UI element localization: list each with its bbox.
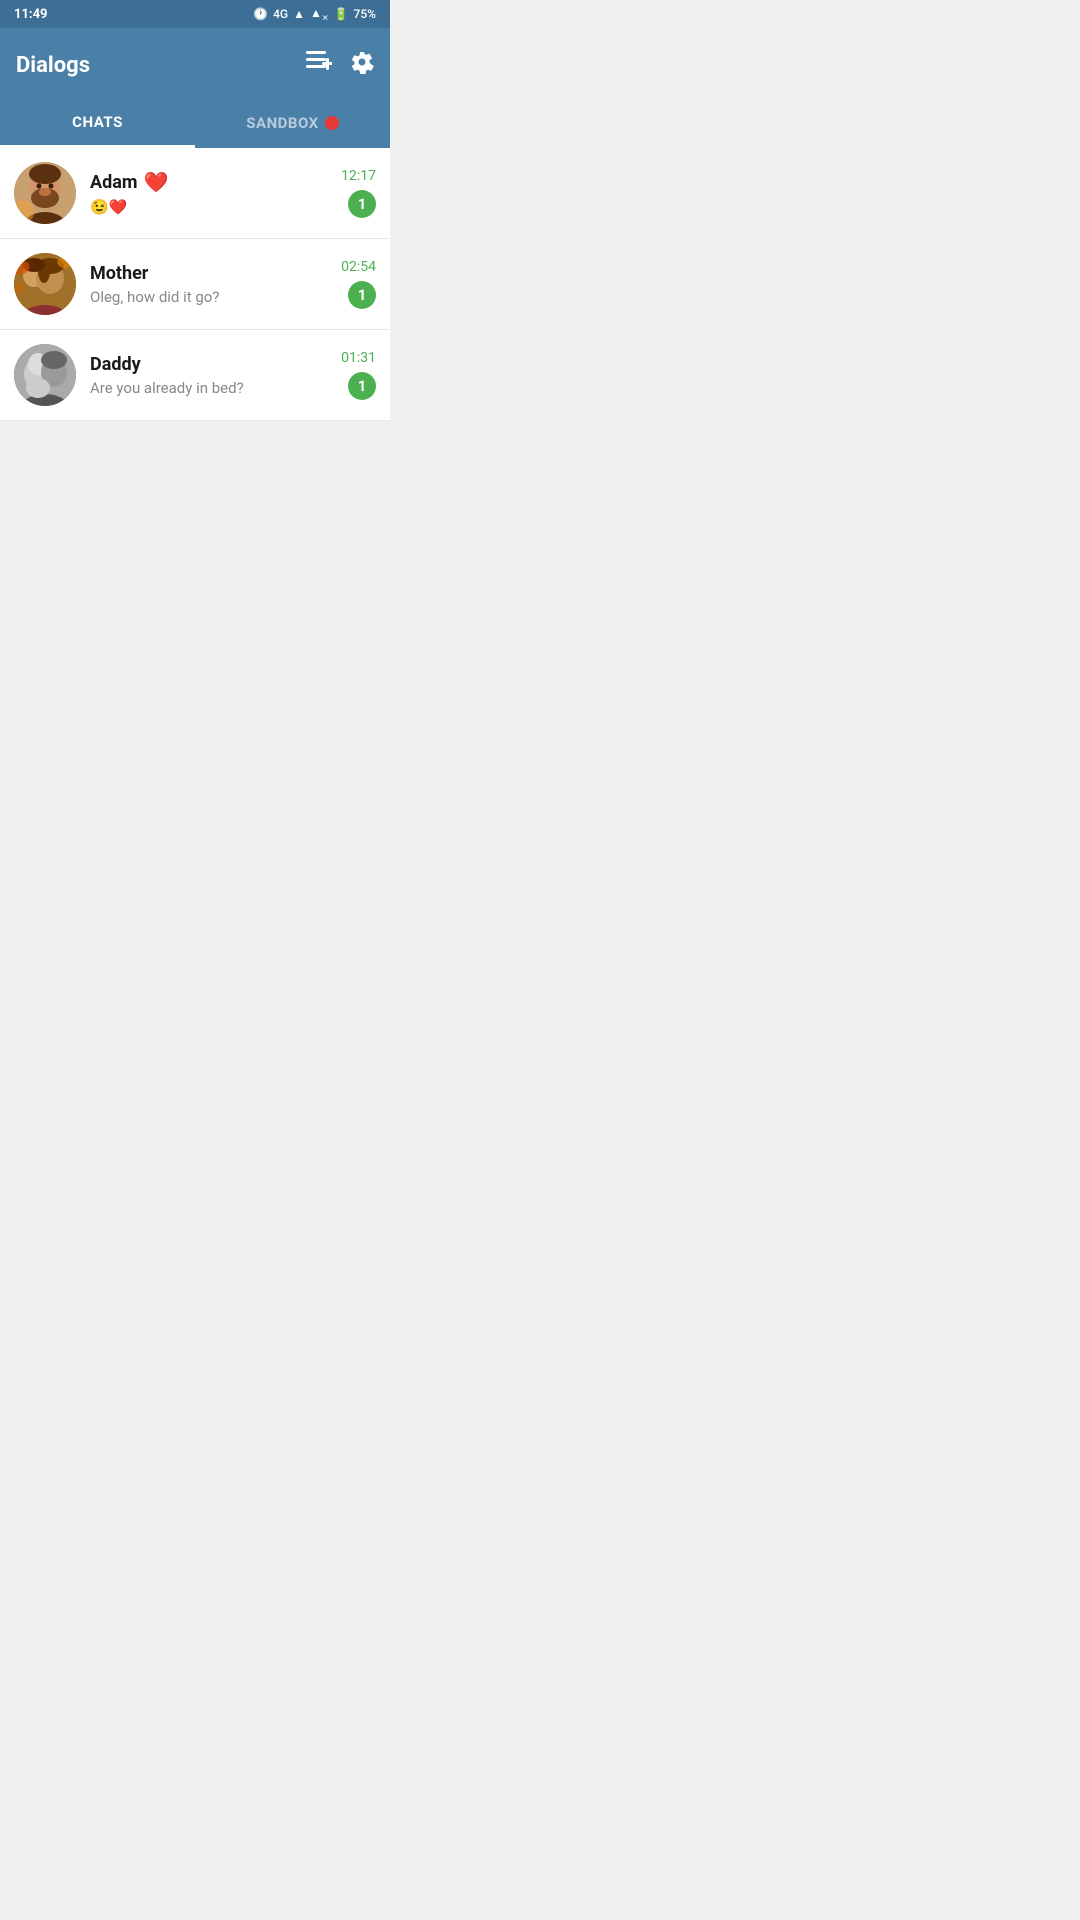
chat-name-row-adam: Adam ❤️ (90, 170, 341, 194)
chat-name-row-mother: Mother (90, 263, 341, 284)
tab-sandbox[interactable]: SANDBOX (195, 98, 390, 148)
chat-content-daddy: Daddy Are you already in bed? (90, 354, 341, 397)
chat-preview-daddy: Are you already in bed? (90, 379, 341, 397)
chat-name-daddy: Daddy (90, 354, 141, 375)
adam-name-emoji: ❤️ (143, 170, 168, 194)
chat-content-adam: Adam ❤️ 😉❤️ (90, 170, 341, 216)
status-bar: 11:49 🕐 4G ▲ ▲✕ 🔋 75% (0, 0, 390, 28)
compose-icon[interactable] (306, 51, 332, 79)
chat-name-mother: Mother (90, 263, 148, 284)
unread-badge-mother: 1 (348, 281, 376, 309)
header-actions (306, 50, 374, 80)
avatar-adam (14, 162, 76, 224)
chat-item-mother[interactable]: Mother Oleg, how did it go? 02:54 1 (0, 239, 390, 330)
tabs-bar: CHATS SANDBOX (0, 98, 390, 148)
tab-sandbox-label: SANDBOX (246, 114, 318, 132)
chat-item-adam[interactable]: Adam ❤️ 😉❤️ 12:17 1 (0, 148, 390, 239)
unread-badge-daddy: 1 (348, 372, 376, 400)
settings-icon[interactable] (350, 50, 374, 80)
tab-chats[interactable]: CHATS (0, 98, 195, 148)
network-label: 4G (273, 7, 288, 21)
sandbox-notification-dot (325, 116, 339, 130)
page-title: Dialogs (16, 53, 90, 78)
empty-content-area (0, 421, 390, 821)
chat-content-mother: Mother Oleg, how did it go? (90, 263, 341, 306)
chat-time-daddy: 01:31 (341, 350, 376, 366)
chat-meta-mother: 02:54 1 (341, 259, 376, 309)
chat-name-row-daddy: Daddy (90, 354, 341, 375)
status-time: 11:49 (14, 7, 48, 22)
chat-time-mother: 02:54 (341, 259, 376, 275)
avatar-mother (14, 253, 76, 315)
chat-meta-adam: 12:17 1 (341, 168, 376, 218)
status-icons: 🕐 4G ▲ ▲✕ 🔋 75% (253, 6, 376, 22)
header: Dialogs (0, 28, 390, 98)
battery-percent: 75% (354, 7, 376, 21)
chat-list: Adam ❤️ 😉❤️ 12:17 1 (0, 148, 390, 421)
battery-icon: 🔋 (334, 7, 349, 21)
chat-item-daddy[interactable]: Daddy Are you already in bed? 01:31 1 (0, 330, 390, 421)
chat-preview-mother: Oleg, how did it go? (90, 288, 341, 306)
chat-preview-adam: 😉❤️ (90, 198, 341, 216)
chat-name-adam: Adam (90, 172, 137, 193)
signal-icon: ▲ (293, 7, 305, 21)
alarm-icon: 🕐 (253, 7, 268, 21)
chat-time-adam: 12:17 (341, 168, 376, 184)
unread-badge-adam: 1 (348, 190, 376, 218)
avatar-daddy (14, 344, 76, 406)
chat-meta-daddy: 01:31 1 (341, 350, 376, 400)
signal-x-icon: ▲✕ (310, 6, 329, 22)
tab-chats-label: CHATS (72, 113, 123, 131)
